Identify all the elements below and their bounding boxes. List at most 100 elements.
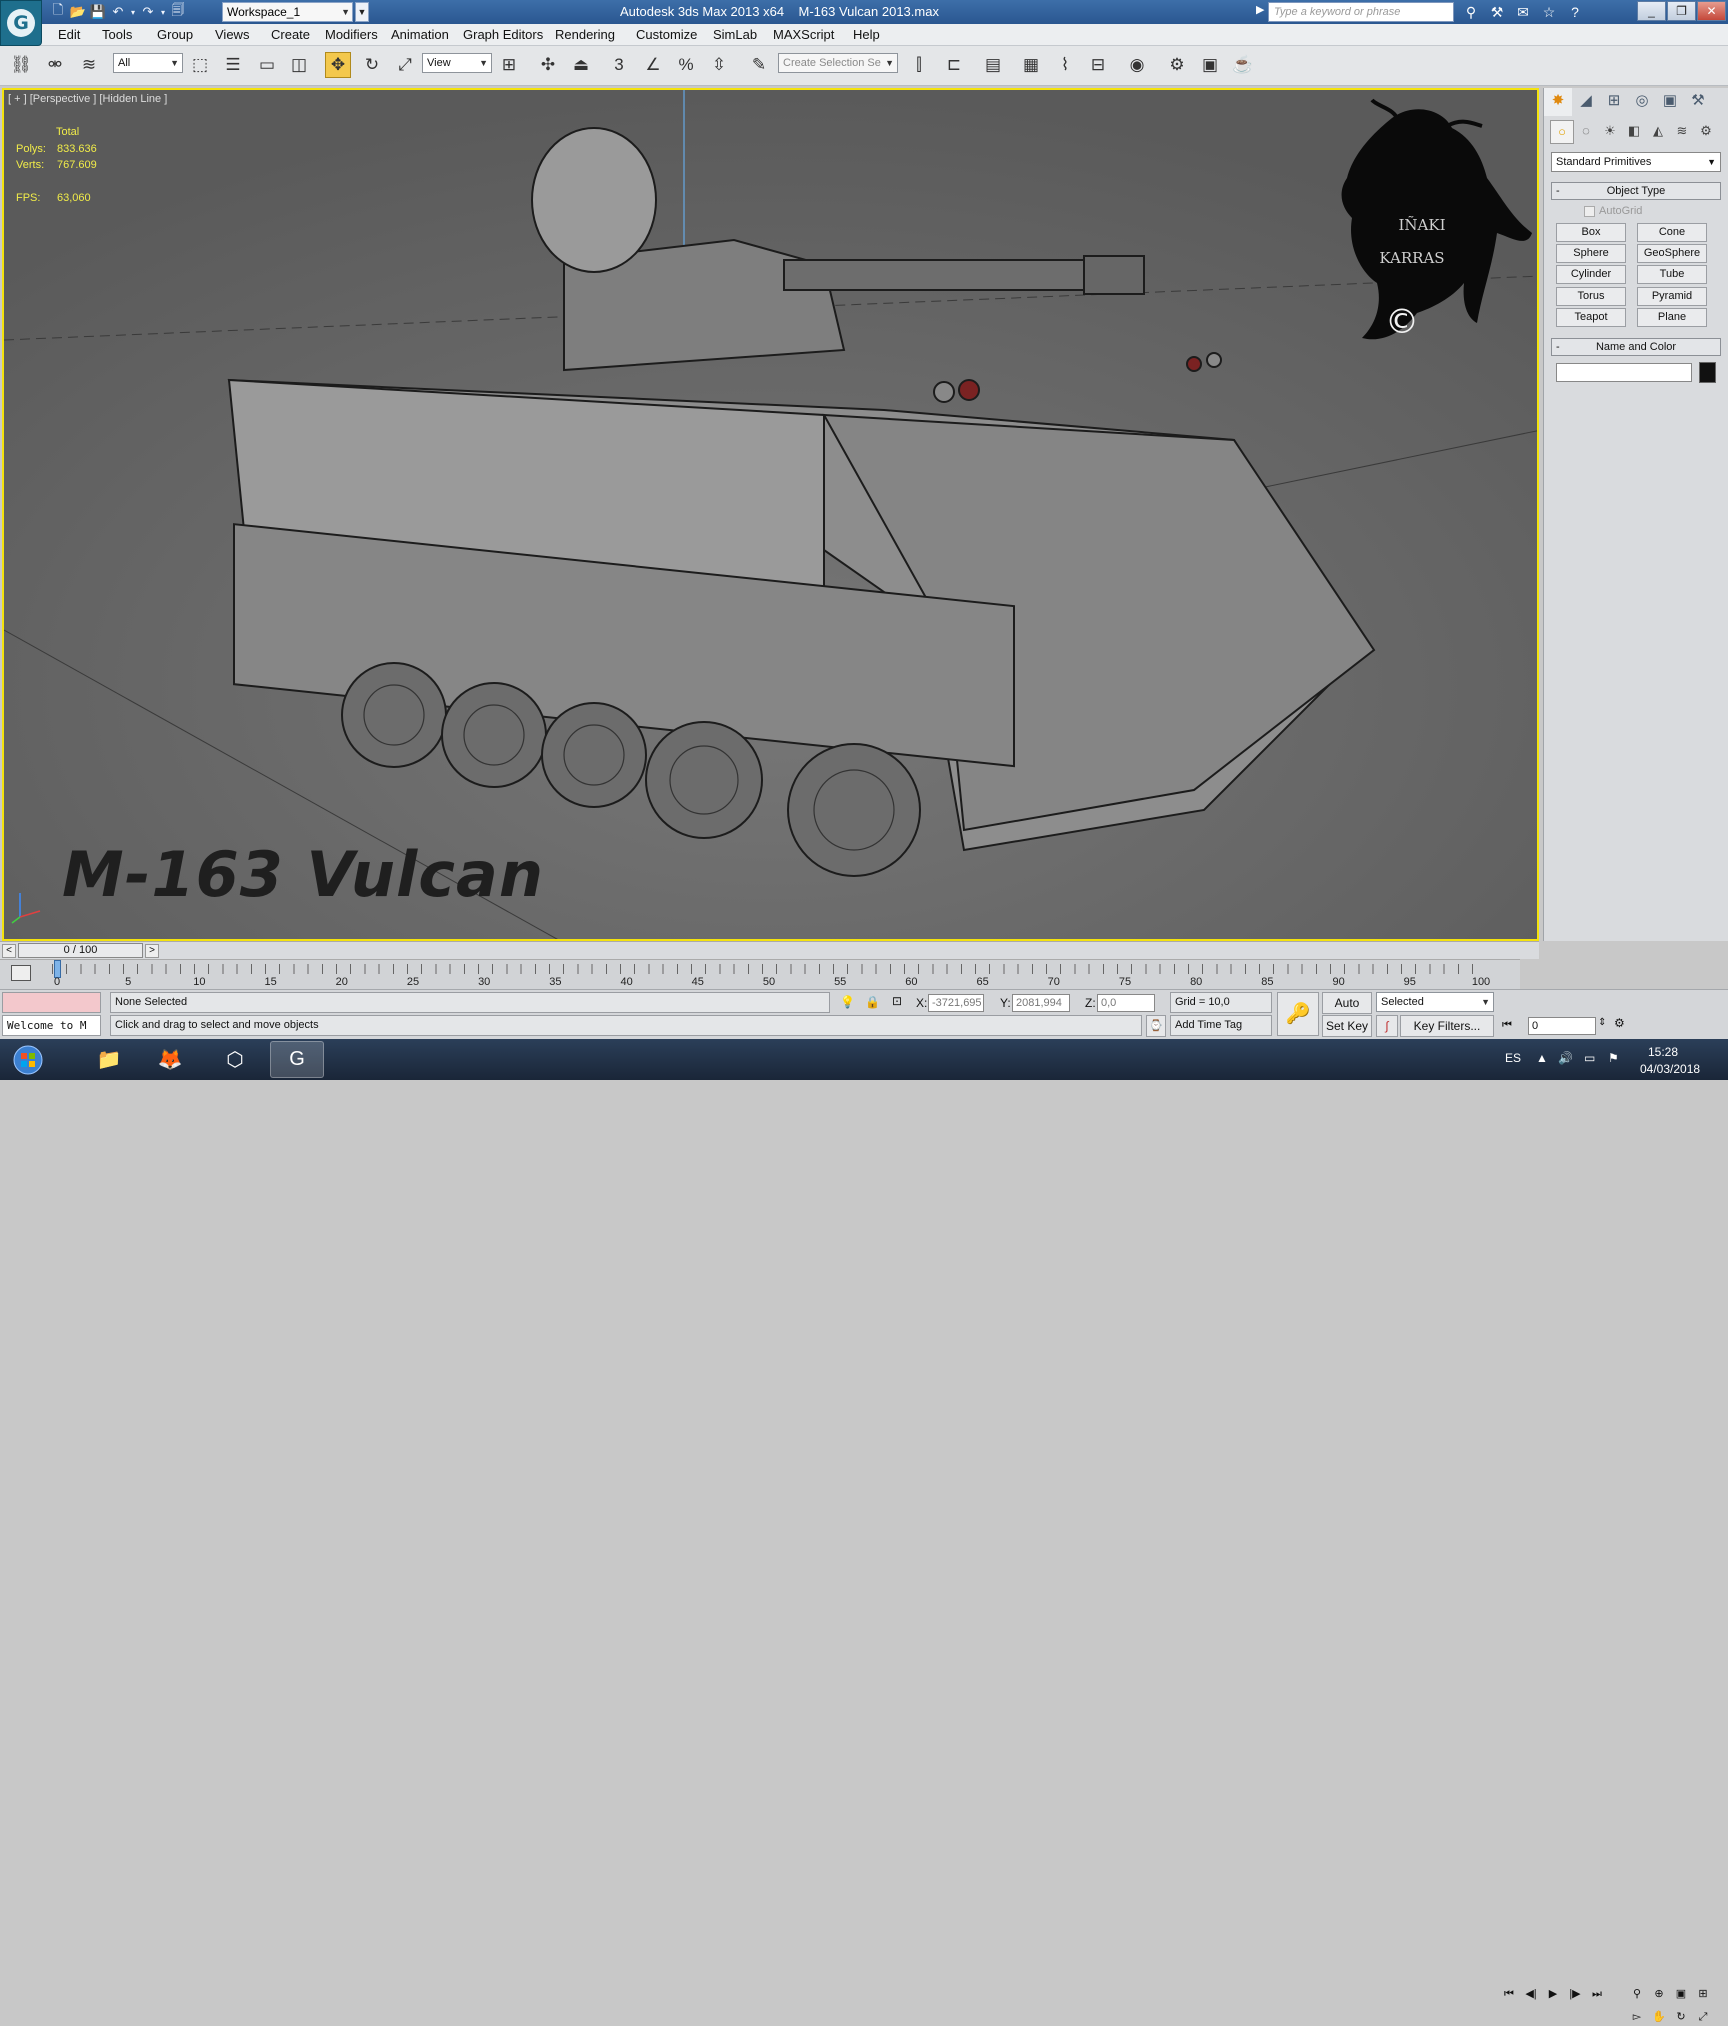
systems-icon[interactable]: ⚙ (1694, 120, 1718, 144)
menu-customize[interactable]: Customize (636, 27, 697, 42)
perspective-viewport[interactable]: [ + ] [Perspective ] [Hidden Line ] Tota… (2, 88, 1539, 941)
pyramid-button[interactable]: Pyramid (1637, 287, 1707, 306)
workspace-selector[interactable]: Workspace_1 ▼ (222, 2, 353, 22)
binoculars-icon[interactable]: ⚲ (1458, 2, 1484, 22)
key-mode-dropdown[interactable]: Selected ▼ (1376, 992, 1494, 1012)
clock-time[interactable]: 15:28 (1648, 1045, 1678, 1059)
reference-coordinate-dropdown[interactable]: View ▼ (422, 53, 492, 73)
menu-simlab[interactable]: SimLab (713, 27, 757, 42)
space-warps-icon[interactable]: ≋ (1670, 120, 1694, 144)
zoom-icon[interactable]: ⚲ (1626, 1985, 1648, 2003)
link-icon[interactable]: ⛓ (8, 52, 34, 78)
menu-edit[interactable]: Edit (58, 27, 80, 42)
previous-key-icon[interactable]: ◀| (1520, 1985, 1542, 2003)
play-icon[interactable]: ▶ (1542, 1985, 1564, 2003)
default-in-out-tangent-icon[interactable]: ∫ (1376, 1015, 1398, 1037)
object-color-swatch[interactable] (1699, 362, 1716, 383)
select-by-name-icon[interactable]: ☰ (220, 52, 246, 78)
selection-filter-dropdown[interactable]: All ▼ (113, 53, 183, 73)
menu-tools[interactable]: Tools (102, 27, 132, 42)
3ds-max-taskbar-icon[interactable]: G (270, 1041, 324, 1078)
edit-named-selection-icon[interactable]: ✎ (746, 52, 772, 78)
open-mini-curve-editor-icon[interactable] (11, 965, 31, 981)
frame-spinner-icon[interactable]: ⇕ (1598, 1017, 1606, 1028)
menu-views[interactable]: Views (215, 27, 249, 42)
start-button[interactable] (6, 1040, 50, 1080)
rectangular-selection-icon[interactable]: ▭ (254, 52, 280, 78)
menu-group[interactable]: Group (157, 27, 193, 42)
display-tab-icon[interactable]: ▣ (1656, 88, 1684, 116)
auto-key-button[interactable]: Auto Key (1322, 992, 1372, 1030)
y-coordinate-input[interactable]: 2081,994 (1012, 994, 1070, 1012)
plane-button[interactable]: Plane (1637, 308, 1707, 327)
percent-snap-icon[interactable]: % (673, 52, 699, 78)
lights-icon[interactable]: ☀ (1598, 120, 1622, 144)
pivot-center-icon[interactable]: ⊞ (496, 52, 522, 78)
render-setup-icon[interactable]: ⚙ (1164, 52, 1190, 78)
viewport-label[interactable]: [ + ] [Perspective ] [Hidden Line ] (8, 93, 167, 105)
set-key-icon[interactable]: 🔑 (1277, 992, 1319, 1036)
absolute-mode-icon[interactable]: ⊡ (892, 994, 902, 1008)
menu-graph-editors[interactable]: Graph Editors (463, 27, 543, 42)
primitive-category-dropdown[interactable]: Standard Primitives ▼ (1551, 152, 1721, 172)
layer-manager-icon[interactable]: ▤ (980, 52, 1006, 78)
next-key-icon[interactable]: |▶ (1564, 1985, 1586, 2003)
key-filters-button[interactable]: Key Filters... (1400, 1015, 1494, 1037)
search-expand-icon[interactable]: ▶ (1256, 3, 1264, 16)
cone-button[interactable]: Cone (1637, 223, 1707, 242)
key-mode-toggle-icon[interactable]: ⏮ (1502, 1019, 1512, 1032)
sphere-button[interactable]: Sphere (1556, 244, 1626, 263)
maxscript-welcome[interactable]: Welcome to M (2, 1015, 101, 1036)
x-coordinate-input[interactable]: -3721,695 (928, 994, 984, 1012)
close-icon[interactable]: ✕ (1697, 1, 1726, 21)
restore-icon[interactable]: ❐ (1667, 1, 1696, 21)
autogrid-checkbox[interactable]: AutoGrid (1584, 205, 1642, 217)
cameras-icon[interactable]: ◧ (1622, 120, 1646, 144)
zoom-extents-all-icon[interactable]: ⊞ (1692, 1985, 1714, 2003)
z-coordinate-input[interactable]: 0,0 (1097, 994, 1155, 1012)
new-file-icon[interactable]: 🗋 (48, 2, 68, 21)
name-and-color-rollout[interactable]: - Name and Color (1551, 338, 1721, 356)
next-frame-icon[interactable]: > (145, 944, 159, 958)
maxscript-listener-mini[interactable] (2, 992, 101, 1013)
motion-tab-icon[interactable]: ◎ (1628, 88, 1656, 116)
clock-date[interactable]: 04/03/2018 (1640, 1062, 1700, 1076)
file-explorer-icon[interactable]: 📁 (82, 1041, 136, 1078)
select-object-icon[interactable]: ⬚ (187, 52, 213, 78)
menu-create[interactable]: Create (271, 27, 310, 42)
time-tag-icon[interactable]: ⌚ (1146, 1015, 1166, 1037)
action-center-icon[interactable]: ⚑ (1608, 1051, 1619, 1065)
project-folder-icon[interactable]: 🗐 (168, 2, 188, 21)
minimize-icon[interactable]: _ (1637, 1, 1666, 21)
field-of-view-icon[interactable]: ▻ (1626, 2008, 1648, 2026)
maximize-viewport-icon[interactable]: ⤢ (1692, 2008, 1714, 2026)
favorites-star-icon[interactable]: ☆ (1536, 2, 1562, 22)
select-and-scale-icon[interactable]: ⤢ (392, 52, 418, 78)
isolate-selection-icon[interactable]: 💡 (840, 995, 855, 1009)
menu-animation[interactable]: Animation (391, 27, 449, 42)
graphite-modeling-tools-icon[interactable]: ▦ (1018, 52, 1044, 78)
save-icon[interactable]: 💾 (88, 3, 108, 21)
teapot-button[interactable]: Teapot (1556, 308, 1626, 327)
bind-space-warp-icon[interactable]: ≋ (76, 52, 102, 78)
material-editor-icon[interactable]: ◉ (1124, 52, 1150, 78)
set-key-button[interactable]: Set Key (1322, 1015, 1372, 1037)
window-crossing-icon[interactable]: ◫ (286, 52, 312, 78)
menu-help[interactable]: Help (853, 27, 880, 42)
object-name-input[interactable] (1556, 363, 1692, 382)
subscription-icon[interactable]: ⚒ (1484, 2, 1510, 22)
3d-app-icon[interactable]: ⬡ (208, 1041, 262, 1078)
tube-button[interactable]: Tube (1637, 265, 1707, 284)
keyboard-shortcut-override-icon[interactable]: ⏏ (568, 52, 594, 78)
shapes-icon[interactable]: ◌ (1574, 120, 1598, 144)
rendered-frame-window-icon[interactable]: ▣ (1197, 52, 1223, 78)
input-language[interactable]: ES (1505, 1051, 1521, 1065)
object-type-rollout[interactable]: - Object Type (1551, 182, 1721, 200)
create-tab-icon[interactable]: ✸ (1544, 88, 1572, 116)
add-time-tag-button[interactable]: Add Time Tag (1170, 1015, 1272, 1036)
named-selection-set-dropdown[interactable]: Create Selection Se ▼ (778, 53, 898, 73)
time-configuration-icon[interactable]: ⚙ (1614, 1016, 1625, 1030)
redo-dropdown-icon[interactable]: ▾ (158, 3, 168, 21)
network-icon[interactable]: ▭ (1584, 1051, 1595, 1065)
modify-tab-icon[interactable]: ◢ (1572, 88, 1600, 116)
